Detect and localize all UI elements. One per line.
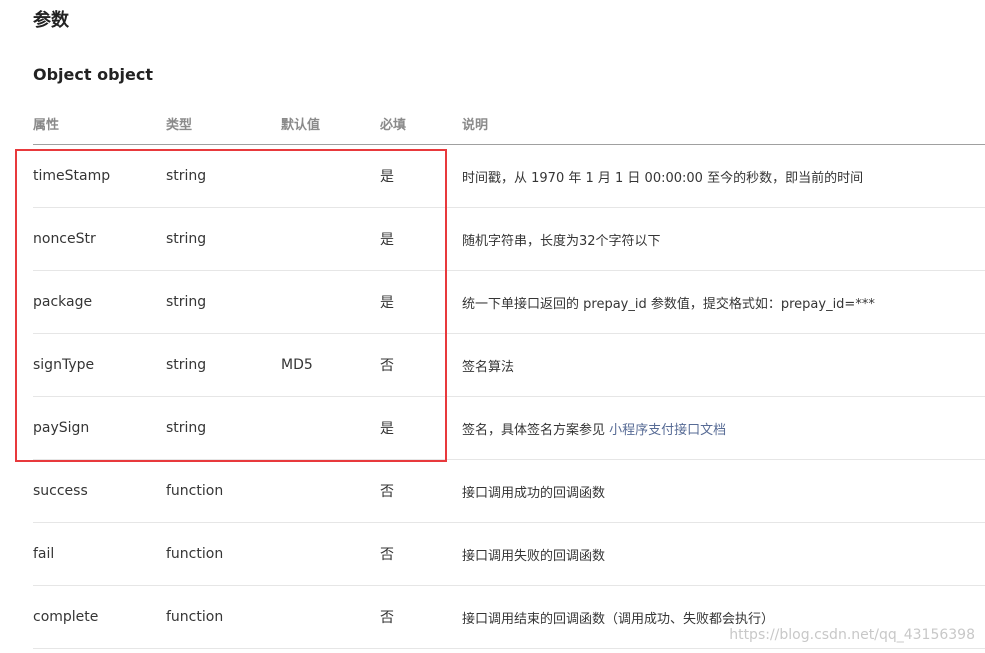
cell-required: 是 (380, 144, 462, 208)
cell-property: paySign (33, 396, 166, 460)
header-default: 默认值 (281, 102, 380, 145)
cell-property: success (33, 459, 166, 523)
cell-type: function (166, 522, 281, 586)
header-description: 说明 (462, 102, 985, 145)
cell-property: timeStamp (33, 144, 166, 208)
cell-default (281, 270, 380, 334)
cell-property: complete (33, 585, 166, 649)
params-table: 属性 类型 默认值 必填 说明 timeStamp string 是 时间戳，从… (33, 102, 985, 649)
header-property: 属性 (33, 102, 166, 145)
cell-default (281, 459, 380, 523)
cell-default (281, 144, 380, 208)
cell-default: MD5 (281, 333, 380, 397)
cell-type: function (166, 585, 281, 649)
cell-required: 否 (380, 522, 462, 586)
section-title: 参数 (33, 10, 69, 31)
cell-type: string (166, 270, 281, 334)
payment-api-doc-link[interactable]: 小程序支付接口文档 (609, 423, 726, 438)
docs-page: 参数 Object object 属性 类型 默认值 必填 说明 timeSta… (0, 0, 985, 653)
cell-required: 否 (380, 585, 462, 649)
cell-required: 是 (380, 207, 462, 271)
cell-type: function (166, 459, 281, 523)
cell-default (281, 522, 380, 586)
cell-required: 是 (380, 270, 462, 334)
cell-property: nonceStr (33, 207, 166, 271)
cell-description: 随机字符串，长度为32个字符以下 (462, 207, 985, 271)
header-type: 类型 (166, 102, 281, 145)
cell-description: 接口调用失败的回调函数 (462, 522, 985, 586)
table-row: fail function 否 接口调用失败的回调函数 (33, 522, 985, 586)
table-row: nonceStr string 是 随机字符串，长度为32个字符以下 (33, 207, 985, 271)
table-row: package string 是 统一下单接口返回的 prepay_id 参数值… (33, 270, 985, 334)
cell-default (281, 585, 380, 649)
cell-required: 否 (380, 459, 462, 523)
header-required: 必填 (380, 102, 462, 145)
table-row: success function 否 接口调用成功的回调函数 (33, 459, 985, 523)
cell-property: fail (33, 522, 166, 586)
cell-type: string (166, 207, 281, 271)
table-header-row: 属性 类型 默认值 必填 说明 (33, 102, 985, 145)
table-row: paySign string 是 签名，具体签名方案参见 小程序支付接口文档 (33, 396, 985, 460)
cell-property: package (33, 270, 166, 334)
table-row: timeStamp string 是 时间戳，从 1970 年 1 月 1 日 … (33, 144, 985, 208)
cell-required: 是 (380, 396, 462, 460)
cell-description: 统一下单接口返回的 prepay_id 参数值，提交格式如：prepay_id=… (462, 270, 985, 334)
cell-type: string (166, 144, 281, 208)
object-title: Object object (33, 65, 154, 84)
cell-description: 签名，具体签名方案参见 小程序支付接口文档 (462, 396, 985, 460)
cell-type: string (166, 396, 281, 460)
cell-description: 接口调用成功的回调函数 (462, 459, 985, 523)
cell-description: 签名算法 (462, 333, 985, 397)
description-text: 签名，具体签名方案参见 (462, 422, 610, 438)
table-row: signType string MD5 否 签名算法 (33, 333, 985, 397)
cell-default (281, 396, 380, 460)
watermark: https://blog.csdn.net/qq_43156398 (729, 627, 975, 643)
cell-description: 时间戳，从 1970 年 1 月 1 日 00:00:00 至今的秒数，即当前的… (462, 144, 985, 208)
cell-property: signType (33, 333, 166, 397)
cell-default (281, 207, 380, 271)
cell-required: 否 (380, 333, 462, 397)
cell-type: string (166, 333, 281, 397)
